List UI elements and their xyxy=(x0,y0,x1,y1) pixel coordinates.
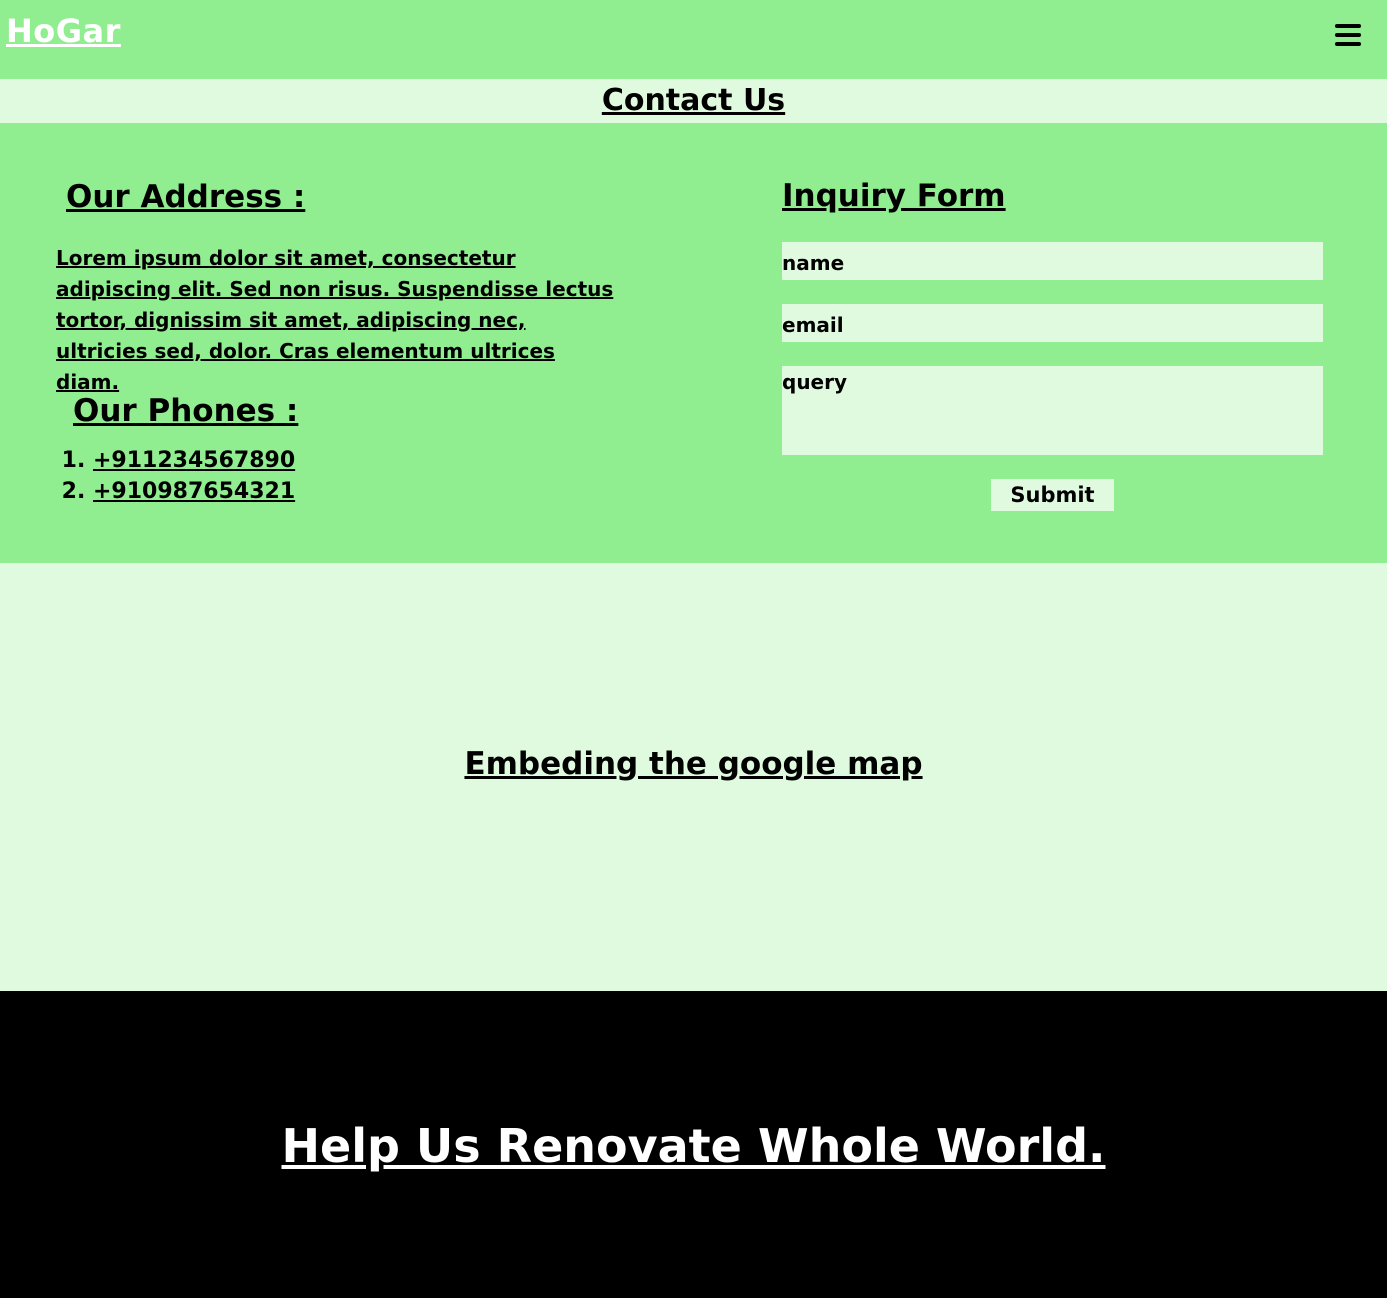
phone-item: +910987654321 xyxy=(93,476,295,507)
address-text: Lorem ipsum dolor sit amet, consectetur … xyxy=(56,246,614,394)
name-field[interactable] xyxy=(782,242,1323,280)
map-placeholder-text: Embeding the google map xyxy=(464,746,923,782)
phone-link[interactable]: +911234567890 xyxy=(93,448,295,473)
menu-bar xyxy=(1335,33,1361,37)
menu-bar xyxy=(1335,42,1361,46)
footer-tagline: Help Us Renovate Whole World. xyxy=(281,1119,1106,1173)
contact-section: Our Address : Lorem ipsum dolor sit amet… xyxy=(0,123,1387,563)
address-heading: Our Address : xyxy=(66,179,306,215)
hamburger-menu-icon[interactable] xyxy=(1335,24,1361,46)
inquiry-form-heading: Inquiry Form xyxy=(782,178,1006,214)
email-field[interactable] xyxy=(782,304,1323,342)
query-field[interactable] xyxy=(782,366,1323,455)
menu-bar xyxy=(1335,24,1361,28)
page-title: Contact Us xyxy=(601,83,786,118)
phone-item: +911234567890 xyxy=(93,445,295,476)
navbar: HoGar xyxy=(0,0,1387,79)
phone-list: +911234567890 +910987654321 xyxy=(56,445,295,507)
footer: Help Us Renovate Whole World. xyxy=(0,991,1387,1298)
title-band: Contact Us xyxy=(0,79,1387,123)
submit-button[interactable]: Submit xyxy=(991,479,1114,511)
brand-logo-link[interactable]: HoGar xyxy=(6,12,121,50)
phone-link[interactable]: +910987654321 xyxy=(93,479,295,504)
map-section: Embeding the google map xyxy=(0,563,1387,991)
phones-heading: Our Phones : xyxy=(73,393,299,429)
